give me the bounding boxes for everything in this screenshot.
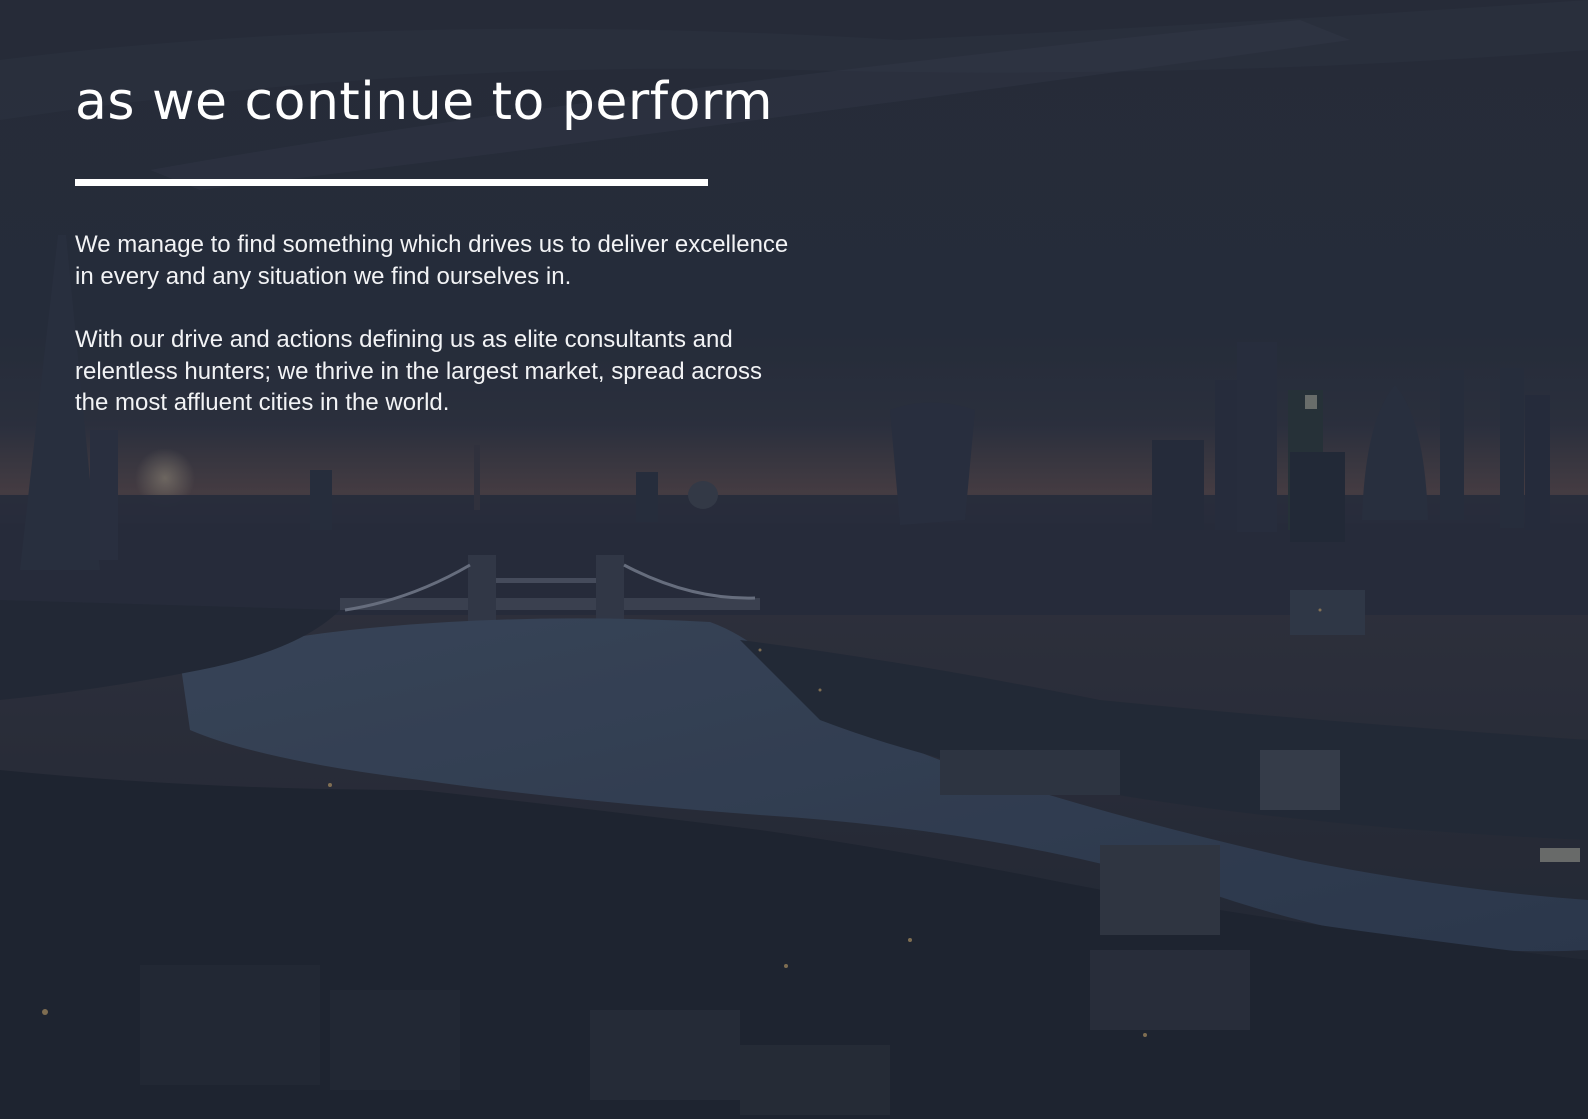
city-skyline-background: [0, 0, 1588, 1119]
paragraph-1: We manage to find something which drives…: [75, 231, 789, 290]
headline: as we continue to perform: [75, 72, 774, 132]
intro-text-block: as we continue to perform: [75, 70, 795, 134]
headline-divider: [75, 179, 708, 186]
paragraph-2: With our drive and actions defining us a…: [75, 326, 762, 416]
body-copy: We manage to find something which drives…: [75, 229, 795, 451]
